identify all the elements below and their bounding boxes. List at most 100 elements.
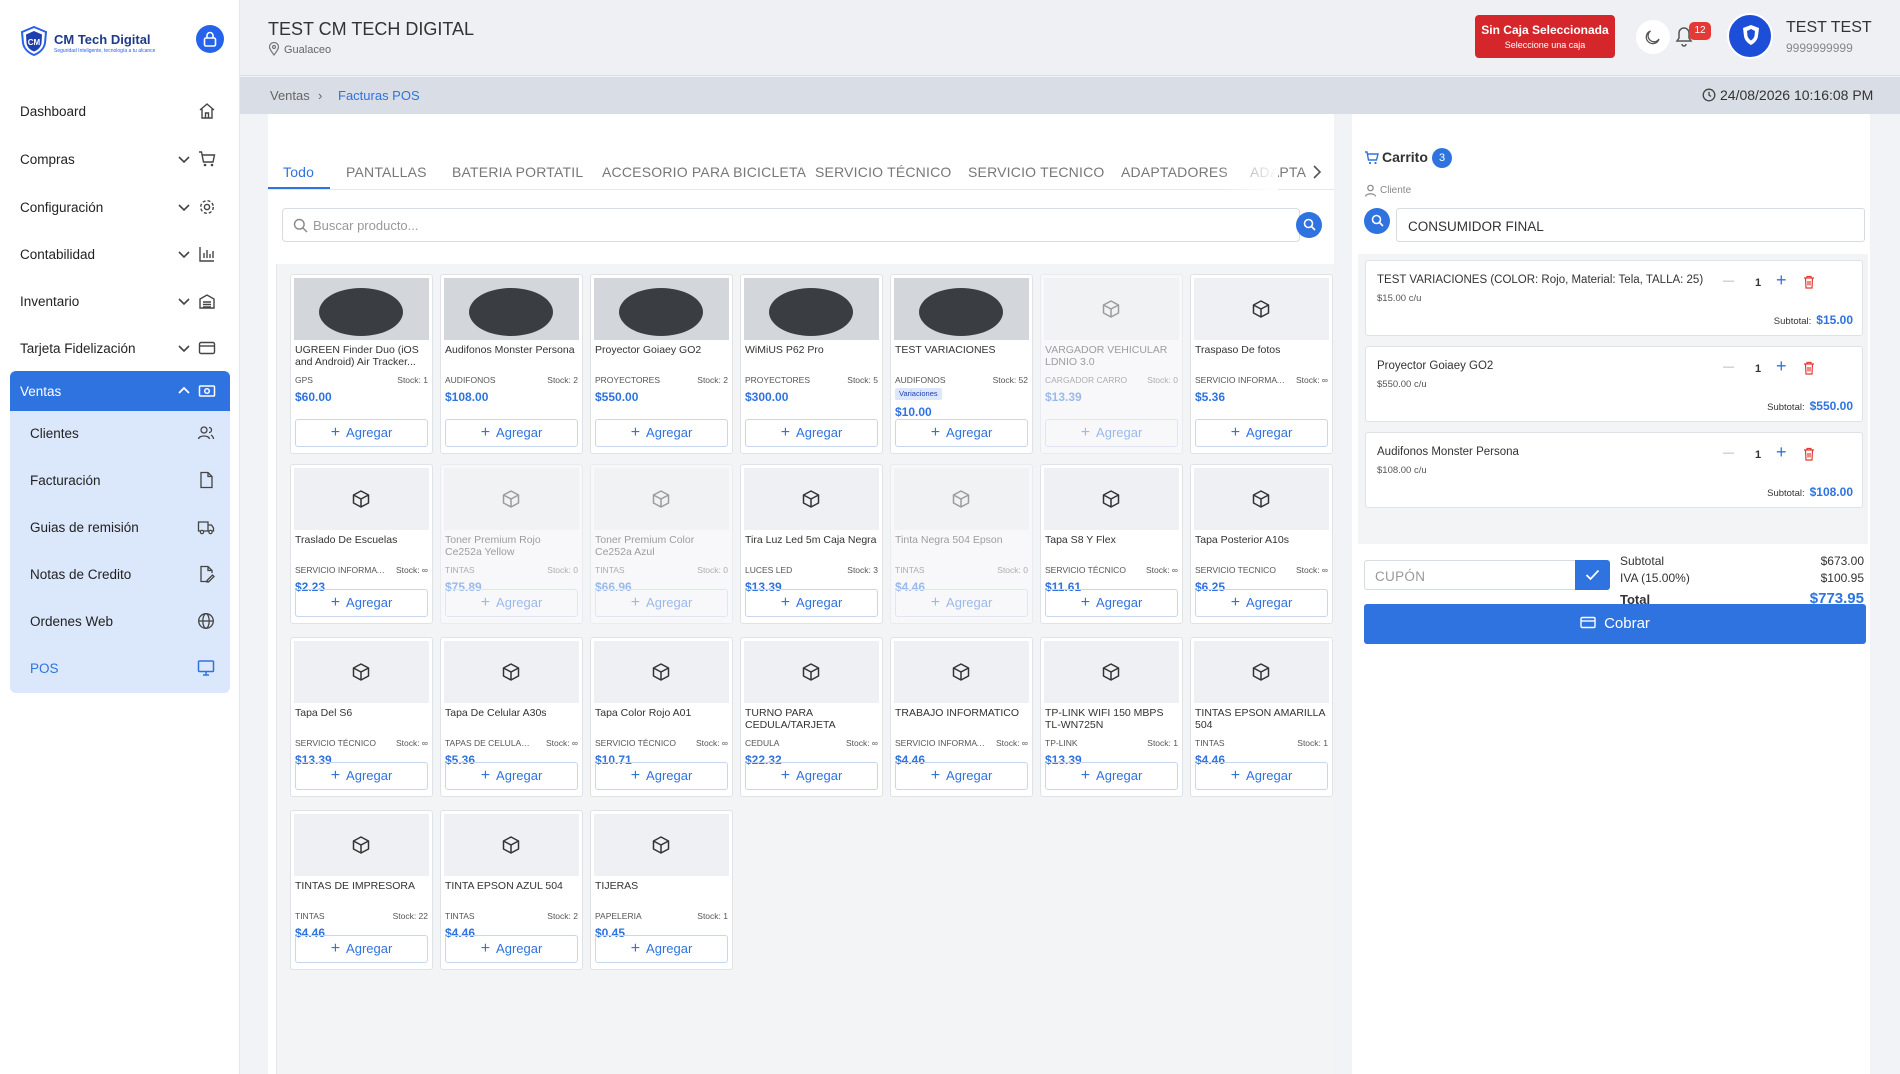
- sidebar-subitem-guias-de-remision[interactable]: Guias de remisión: [10, 507, 230, 547]
- lock-button[interactable]: [196, 25, 224, 53]
- add-to-cart-button[interactable]: + Agregar: [745, 589, 878, 617]
- product-card[interactable]: UGREEN Finder Duo (iOS and Android) Air …: [290, 274, 433, 454]
- add-to-cart-button[interactable]: + Agregar: [1045, 589, 1178, 617]
- cliente-field[interactable]: CONSUMIDOR FINAL: [1396, 208, 1865, 242]
- product-card[interactable]: Proyector Goiaey GO2 PROYECTORES Stock: 2 $…: [590, 274, 733, 454]
- select-caja-button[interactable]: Sin Caja Seleccionada Seleccione una caj…: [1475, 15, 1615, 58]
- tab-todo[interactable]: Todo: [283, 164, 314, 180]
- sidebar-item-ventas[interactable]: Ventas: [10, 371, 230, 411]
- product-card[interactable]: Tapa De Celular A30s TAPAS DE CELULARES St…: [440, 637, 583, 797]
- trash-icon[interactable]: [1803, 361, 1815, 375]
- product-card[interactable]: Tinta Negra 504 Epson TINTAS Stock: 0 $4.46…: [890, 464, 1033, 624]
- add-to-cart-button[interactable]: + Agregar: [295, 935, 428, 963]
- trash-icon[interactable]: [1803, 275, 1815, 289]
- product-card[interactable]: TURNO PARA CEDULA/TARJETA CEDULA Stock: ∞ $…: [740, 637, 883, 797]
- sidebar-subitem-pos[interactable]: POS: [10, 648, 230, 688]
- product-card[interactable]: Tapa Del S6 SERVICIO TÉCNICO Stock: ∞ $13.3…: [290, 637, 433, 797]
- product-card[interactable]: TEST VARIACIONES AUDIFONOS Stock: 52 Variac…: [890, 274, 1033, 454]
- sidebar-item-configuracion[interactable]: Configuración: [10, 187, 230, 227]
- product-card[interactable]: Audifonos Monster Persona AUDIFONOS Stock:…: [440, 274, 583, 454]
- add-to-cart-button[interactable]: + Agregar: [595, 935, 728, 963]
- increase-qty-button[interactable]: +: [1776, 442, 1787, 463]
- sidebar-item-inventario[interactable]: Inventario: [10, 281, 230, 321]
- product-card[interactable]: VARGADOR VEHICULAR LDNIO 3.0 CARGADOR CAR…: [1040, 274, 1183, 454]
- avatar[interactable]: [1727, 13, 1773, 59]
- add-to-cart-button[interactable]: + Agregar: [1195, 762, 1328, 790]
- product-card[interactable]: Tapa S8 Y Flex SERVICIO TÉCNICO Stock: ∞ $1…: [1040, 464, 1183, 624]
- product-card[interactable]: Tapa Color Rojo A01 SERVICIO TÉCNICO Stock…: [590, 637, 733, 797]
- product-image: [744, 641, 879, 703]
- sidebar-subitem-ordenes-web[interactable]: Ordenes Web: [10, 601, 230, 641]
- add-to-cart-button[interactable]: + Agregar: [895, 762, 1028, 790]
- breadcrumb-ventas[interactable]: Ventas: [270, 88, 310, 103]
- decrease-qty-button[interactable]: —: [1723, 361, 1734, 373]
- add-to-cart-button[interactable]: + Agregar: [1195, 419, 1328, 447]
- product-card[interactable]: Traslado De Escuelas SERVICIO INFORMATICO…: [290, 464, 433, 624]
- product-card[interactable]: Tapa Posterior A10s SERVICIO TECNICO Stock…: [1190, 464, 1333, 624]
- user-name[interactable]: TEST TEST: [1786, 19, 1872, 37]
- search-cliente-button[interactable]: [1364, 208, 1390, 234]
- product-card[interactable]: TINTAS EPSON AMARILLA 504 TINTAS Stock: 1 $…: [1190, 637, 1333, 797]
- add-to-cart-button[interactable]: + Agregar: [295, 762, 428, 790]
- apply-coupon-button[interactable]: [1575, 560, 1610, 590]
- add-to-cart-button[interactable]: + Agregar: [595, 419, 728, 447]
- add-to-cart-button[interactable]: + Agregar: [1045, 762, 1178, 790]
- product-card[interactable]: Traspaso De fotos SERVICIO INFORMATICO Sto…: [1190, 274, 1333, 454]
- add-to-cart-button[interactable]: + Agregar: [1045, 419, 1178, 447]
- tab-servicio-tecnico[interactable]: SERVICIO TECNICO: [968, 164, 1105, 180]
- add-to-cart-button[interactable]: + Agregar: [595, 589, 728, 617]
- sidebar-subitem-facturacion[interactable]: Facturación: [10, 460, 230, 500]
- add-to-cart-button[interactable]: + Agregar: [445, 419, 578, 447]
- add-to-cart-button[interactable]: + Agregar: [295, 419, 428, 447]
- product-card[interactable]: Toner Premium Color Ce252a Azul TINTAS Sto…: [590, 464, 733, 624]
- tab-pantallas[interactable]: PANTALLAS: [346, 164, 427, 180]
- product-card[interactable]: Tira Luz Led 5m Caja Negra LUCES LED Stock…: [740, 464, 883, 624]
- sidebar-item-tarjeta-fidelizacion[interactable]: Tarjeta Fidelización: [10, 328, 230, 368]
- sidebar-subitem-clientes[interactable]: Clientes: [10, 413, 230, 453]
- add-to-cart-button[interactable]: + Agregar: [745, 419, 878, 447]
- tab-accesorio-para-bicicleta[interactable]: ACCESORIO PARA BICICLETA: [602, 164, 806, 180]
- coupon-input[interactable]: CUPÓN: [1364, 560, 1575, 590]
- product-card[interactable]: TINTAS DE IMPRESORA TINTAS Stock: 22 $4.46 +…: [290, 810, 433, 970]
- product-card[interactable]: TP-LINK WIFI 150 MBPS TL-WN725N TP-LINK St…: [1040, 637, 1183, 797]
- add-to-cart-button[interactable]: + Agregar: [295, 589, 428, 617]
- sidebar-item-compras[interactable]: Compras: [10, 139, 230, 179]
- cobrar-button[interactable]: Cobrar: [1364, 604, 1866, 644]
- add-to-cart-button[interactable]: + Agregar: [745, 762, 878, 790]
- card-icon: [198, 341, 216, 355]
- decrease-qty-button[interactable]: —: [1723, 275, 1734, 287]
- add-to-cart-button[interactable]: + Agregar: [1195, 589, 1328, 617]
- add-to-cart-button[interactable]: + Agregar: [895, 419, 1028, 447]
- sidebar-item-dashboard[interactable]: Dashboard: [10, 91, 230, 131]
- product-category: TINTAS: [595, 565, 625, 575]
- dark-mode-toggle[interactable]: [1636, 20, 1670, 54]
- chevron-right-icon[interactable]: [1311, 164, 1323, 180]
- sidebar-item-contabilidad[interactable]: Contabilidad: [10, 234, 230, 274]
- add-to-cart-button[interactable]: + Agregar: [895, 589, 1028, 617]
- product-stock: Stock: 3: [847, 565, 878, 575]
- tab-adaptadores[interactable]: ADAPTADORES: [1121, 164, 1228, 180]
- increase-qty-button[interactable]: +: [1776, 270, 1787, 291]
- product-card[interactable]: WiMiUS P62 Pro PROYECTORES Stock: 5 $300.00…: [740, 274, 883, 454]
- product-image: [594, 814, 729, 876]
- add-to-cart-button[interactable]: + Agregar: [595, 762, 728, 790]
- search-input[interactable]: Buscar producto...: [313, 218, 419, 233]
- product-card[interactable]: TIJERAS PAPELERIA Stock: 1 $0.45 + Agregar: [590, 810, 733, 970]
- product-card[interactable]: TRABAJO INFORMATICO SERVICIO INFORMATICO S…: [890, 637, 1033, 797]
- add-to-cart-button[interactable]: + Agregar: [445, 935, 578, 963]
- decrease-qty-button[interactable]: —: [1723, 447, 1734, 459]
- trash-icon[interactable]: [1803, 447, 1815, 461]
- search-button[interactable]: [1296, 212, 1322, 238]
- tab-servicio-tecnico-accent[interactable]: SERVICIO TÉCNICO: [815, 164, 952, 180]
- add-to-cart-button[interactable]: + Agregar: [445, 589, 578, 617]
- product-name: TINTAS EPSON AMARILLA 504: [1195, 707, 1325, 731]
- increase-qty-button[interactable]: +: [1776, 356, 1787, 377]
- sidebar-subitem-notas-de-credito[interactable]: Notas de Credito: [10, 554, 230, 594]
- product-card[interactable]: TINTA EPSON AZUL 504 TINTAS Stock: 2 $4.46 +…: [440, 810, 583, 970]
- category-tabs: Todo PANTALLAS BATERIA PORTATIL ACCESORI…: [268, 154, 1334, 190]
- product-search[interactable]: Buscar producto...: [282, 208, 1300, 242]
- product-name: VARGADOR VEHICULAR LDNIO 3.0: [1045, 344, 1168, 368]
- add-to-cart-button[interactable]: + Agregar: [445, 762, 578, 790]
- product-card[interactable]: Toner Premium Rojo Ce252a Yellow TINTAS St…: [440, 464, 583, 624]
- tab-bateria-portatil[interactable]: BATERIA PORTATIL: [452, 164, 583, 180]
